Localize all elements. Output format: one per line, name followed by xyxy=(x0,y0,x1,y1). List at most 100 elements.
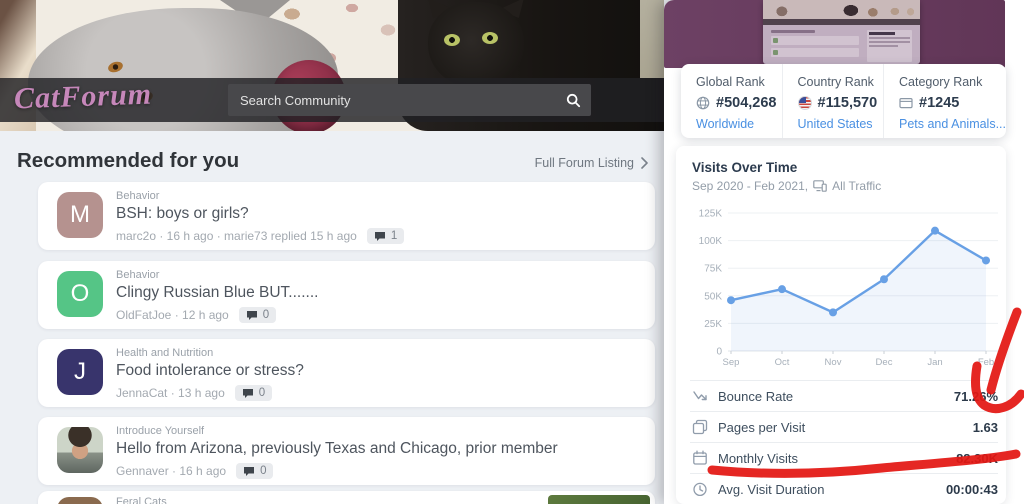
svg-text:25K: 25K xyxy=(704,319,722,330)
rank-label: Global Rank xyxy=(696,75,765,89)
stat-value: 71.26% xyxy=(953,388,998,404)
comment-count-badge[interactable]: 0 xyxy=(238,307,277,323)
rank-scope-link[interactable]: Pets and Animals... xyxy=(899,117,1006,131)
visits-over-time-card: Visits Over Time Sep 2020 - Feb 2021, Al… xyxy=(676,146,1006,504)
svg-text:100K: 100K xyxy=(699,236,723,247)
bounce-rate-icon xyxy=(693,391,707,401)
rank-label: Country Rank xyxy=(797,75,874,89)
rank-value: #1245 xyxy=(919,95,960,111)
black-cat-head xyxy=(428,2,524,88)
stat-label: Pages per Visit xyxy=(718,419,806,435)
forum-post-card[interactable]: Feral Cats xyxy=(38,491,655,504)
globe-icon xyxy=(696,96,710,110)
category-rank-block: Category Rank #1245 Pets and Animals... xyxy=(883,64,1006,138)
svg-text:Nov: Nov xyxy=(825,357,842,368)
rank-scope-link[interactable]: Worldwide xyxy=(696,117,782,131)
full-forum-listing-label: Full Forum Listing xyxy=(534,156,634,170)
pages-per-visit-row[interactable]: Pages per Visit 1.63 xyxy=(690,411,998,442)
post-category[interactable]: Behavior xyxy=(116,269,641,281)
svg-text:0: 0 xyxy=(716,347,722,358)
comment-count: 0 xyxy=(262,309,270,321)
search-input[interactable] xyxy=(240,92,566,108)
post-meta: OldFatJoe · 12 h ago xyxy=(116,308,229,322)
screenshot-root: CatForum Recommended for you Full Forum … xyxy=(0,0,1024,504)
avatar-photo xyxy=(57,427,103,473)
forum-post-card[interactable]: M Behavior BSH: boys or girls? marc2o · … xyxy=(38,182,655,250)
post-category[interactable]: Health and Nutrition xyxy=(116,347,641,359)
rank-value: #504,268 xyxy=(716,95,777,111)
svg-text:50K: 50K xyxy=(704,291,722,302)
analytics-panel: Global Rank #504,268 Worldwide Country R… xyxy=(664,0,1024,504)
stat-label: Avg. Visit Duration xyxy=(718,481,825,497)
rank-summary-card: Global Rank #504,268 Worldwide Country R… xyxy=(681,64,1006,138)
search-bar[interactable] xyxy=(228,84,591,116)
visits-date-range: Sep 2020 - Feb 2021, xyxy=(692,179,809,193)
panel-header xyxy=(664,0,1005,68)
comment-icon xyxy=(244,466,255,476)
avatar xyxy=(57,497,103,504)
rank-scope-link[interactable]: United States xyxy=(798,117,884,131)
post-category[interactable]: Behavior xyxy=(116,190,641,202)
comment-count-badge[interactable]: 0 xyxy=(234,385,273,401)
cat-banner-photo: CatForum xyxy=(0,0,664,131)
comment-count: 0 xyxy=(260,465,267,477)
avatar: J xyxy=(57,349,103,395)
post-title[interactable]: Clingy Russian Blue BUT....... xyxy=(116,284,641,302)
category-icon xyxy=(899,97,913,109)
svg-text:125K: 125K xyxy=(699,209,723,220)
avatar-letter: M xyxy=(70,201,90,228)
svg-text:Oct: Oct xyxy=(775,357,790,368)
stat-label: Bounce Rate xyxy=(718,388,794,404)
post-meta: JennaCat · 13 h ago xyxy=(116,386,225,400)
monthly-visits-icon xyxy=(693,450,707,465)
post-meta: marc2o · 16 h ago · marie73 replied 15 h… xyxy=(116,229,357,243)
stat-value: 00:00:43 xyxy=(945,481,998,497)
svg-text:Dec: Dec xyxy=(876,357,893,368)
site-thumbnail-preview xyxy=(763,0,920,64)
avatar-letter: J xyxy=(74,358,86,385)
comment-count: 1 xyxy=(390,230,398,242)
forum-post-card[interactable]: O Behavior Clingy Russian Blue BUT......… xyxy=(38,261,655,329)
devices-icon xyxy=(813,180,827,192)
rank-label: Category Rank xyxy=(899,75,983,89)
monthly-visits-row[interactable]: Monthly Visits 82.30K xyxy=(690,442,998,473)
forum-post-card[interactable]: Introduce Yourself Hello from Arizona, p… xyxy=(38,417,655,485)
visits-line-chart: 0 25K 50K 75K 100K 125K Sep Oct Nov Dec Jan Feb xyxy=(684,196,1006,374)
avatar: M xyxy=(57,192,103,238)
svg-text:Jan: Jan xyxy=(927,357,942,368)
black-cat-eye xyxy=(482,32,498,44)
full-forum-listing-link[interactable]: Full Forum Listing xyxy=(535,156,648,170)
post-title[interactable]: Hello from Arizona, previously Texas and… xyxy=(116,440,641,458)
svg-text:Sep: Sep xyxy=(723,357,740,368)
bounce-rate-row[interactable]: Bounce Rate 71.26% xyxy=(690,380,998,411)
comment-icon xyxy=(242,388,253,398)
section-title: Recommended for you xyxy=(17,149,240,172)
svg-text:Feb: Feb xyxy=(978,357,994,368)
post-title[interactable]: Food intolerance or stress? xyxy=(116,362,641,380)
comment-count-badge[interactable]: 0 xyxy=(236,463,274,479)
black-cat-eye xyxy=(444,34,460,46)
post-thumbnail-image xyxy=(548,495,650,504)
forum-post-card[interactable]: J Health and Nutrition Food intolerance … xyxy=(38,339,655,407)
stat-value: 82.30K xyxy=(956,450,998,466)
rank-value: #115,570 xyxy=(817,95,878,111)
svg-text:75K: 75K xyxy=(704,264,722,275)
stats-list: Bounce Rate 71.26% Pages per Visit 1.63 xyxy=(690,380,998,504)
search-icon[interactable] xyxy=(566,93,581,108)
comment-icon xyxy=(246,310,257,320)
post-category[interactable]: Introduce Yourself xyxy=(116,425,641,437)
stat-value: 1.63 xyxy=(972,419,998,435)
banner-background xyxy=(640,0,664,78)
thumbnail-tint xyxy=(763,0,920,64)
post-meta: Gennaver · 16 h ago xyxy=(116,464,227,478)
us-flag-icon xyxy=(797,96,812,110)
catforum-logo[interactable]: CatForum xyxy=(13,78,152,117)
comment-count: 0 xyxy=(258,387,266,399)
avg-visit-duration-row[interactable]: Avg. Visit Duration 00:00:43 xyxy=(690,473,998,504)
avatar: O xyxy=(57,271,103,317)
comment-count-badge[interactable]: 1 xyxy=(366,228,405,244)
visits-traffic-label[interactable]: All Traffic xyxy=(832,179,881,193)
chevron-right-icon xyxy=(641,157,648,169)
country-rank-block: Country Rank #115,570 United States xyxy=(781,64,884,138)
post-title[interactable]: BSH: boys or girls? xyxy=(116,205,641,223)
